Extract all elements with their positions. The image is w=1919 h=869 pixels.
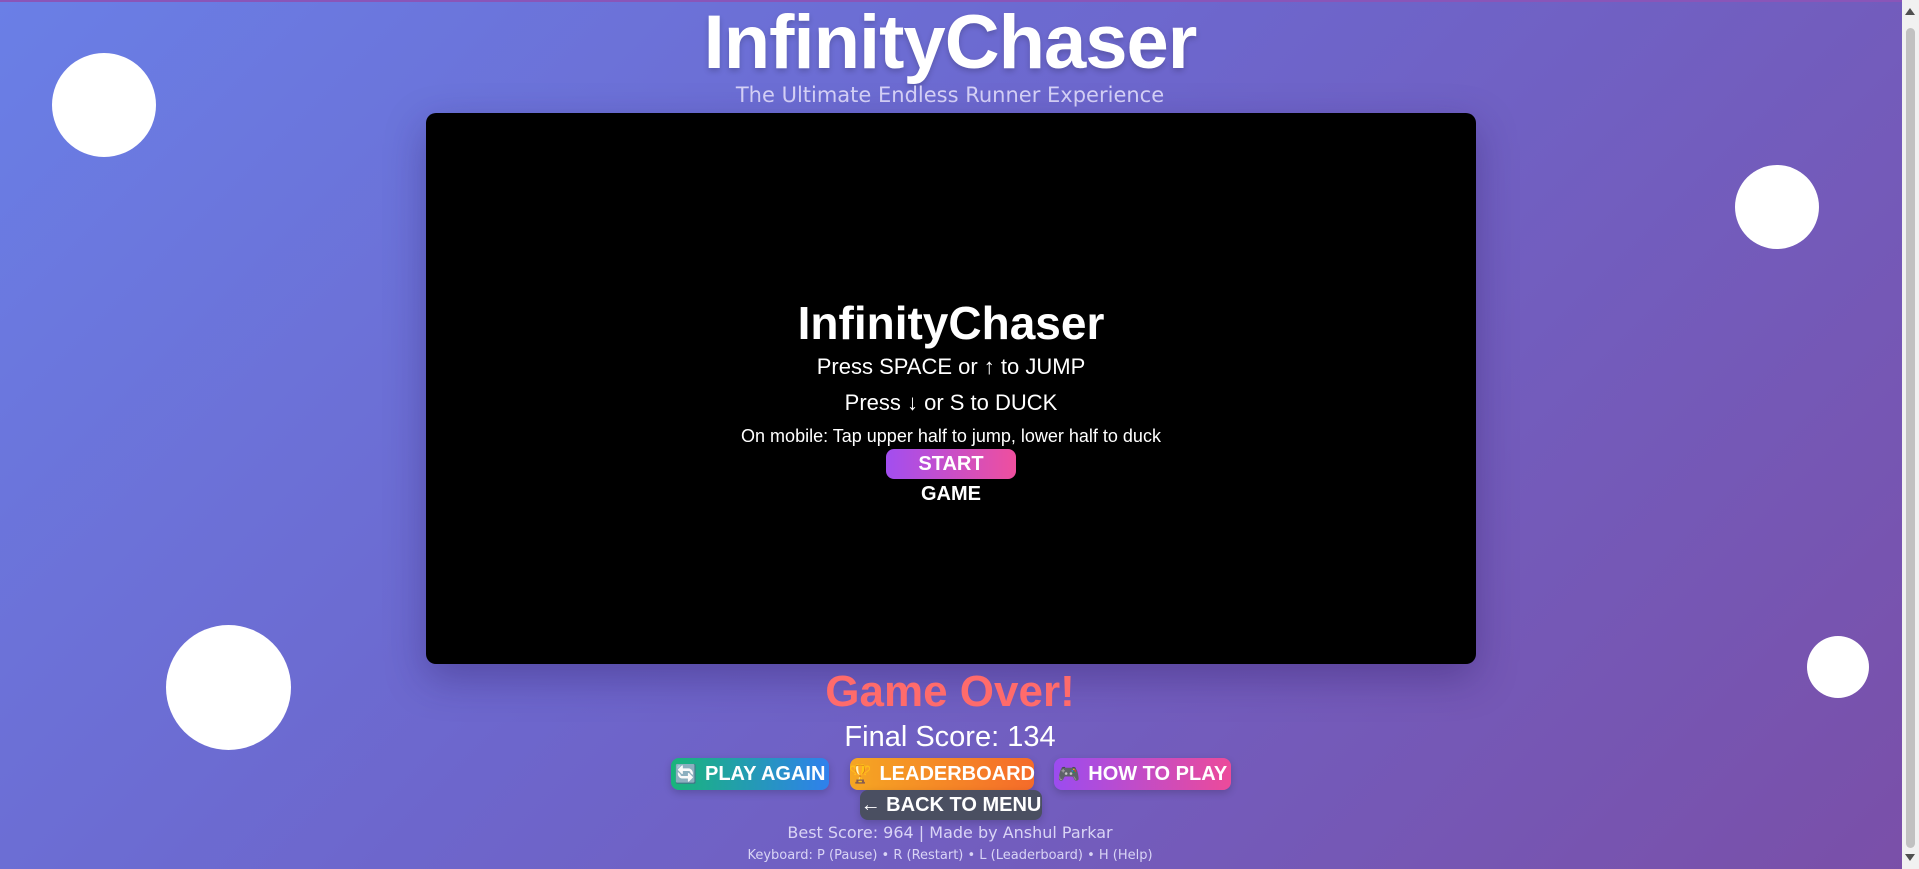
scroll-up-arrow-icon[interactable]: [1905, 8, 1915, 15]
how-to-play-label: HOW TO PLAY: [1088, 763, 1228, 785]
scroll-down-arrow-icon[interactable]: [1905, 854, 1915, 861]
refresh-icon: 🔄: [674, 764, 697, 784]
canvas-title: InfinityChaser: [797, 297, 1105, 349]
final-score-value: 134: [1007, 721, 1056, 753]
leaderboard-label: LEADERBOARD: [879, 763, 1035, 785]
vertical-scrollbar[interactable]: [1902, 0, 1919, 869]
duck-instruction: Press ↓ or S to DUCK: [844, 390, 1058, 415]
how-to-play-button[interactable]: 🎮 HOW TO PLAY: [1054, 758, 1231, 790]
game-canvas[interactable]: InfinityChaser Press SPACE or ↑ to JUMP …: [426, 113, 1476, 664]
back-to-menu-label: ← BACK TO MENU: [860, 794, 1042, 816]
page-title: InfinityChaser: [703, 0, 1198, 85]
leaderboard-button[interactable]: 🏆 LEADERBOARD: [849, 758, 1035, 790]
start-game-button[interactable]: START GAME: [886, 449, 1016, 505]
keyboard-shortcuts: Keyboard: P (Pause) • R (Restart) • L (L…: [747, 848, 1153, 863]
decorative-bubble: [1735, 165, 1819, 249]
scrollbar-thumb[interactable]: [1906, 28, 1915, 848]
gamepad-icon: 🎮: [1057, 764, 1081, 784]
final-score-label: Final Score:: [844, 721, 1008, 753]
play-again-label: PLAY AGAIN: [705, 763, 826, 785]
trophy-icon: 🏆: [849, 764, 872, 784]
back-to-menu-button[interactable]: ← BACK TO MENU: [860, 790, 1042, 820]
game-over-heading: Game Over!: [825, 667, 1075, 716]
best-score-credit: Best Score: 964 | Made by Anshul Parkar: [787, 823, 1113, 842]
jump-instruction: Press SPACE or ↑ to JUMP: [816, 354, 1086, 379]
final-score: Final Score: 134: [0, 720, 1900, 754]
mobile-instruction: On mobile: Tap upper half to jump, lower…: [741, 426, 1161, 446]
page-subtitle: The Ultimate Endless Runner Experience: [735, 83, 1165, 107]
play-again-button[interactable]: 🔄 PLAY AGAIN: [671, 758, 829, 790]
